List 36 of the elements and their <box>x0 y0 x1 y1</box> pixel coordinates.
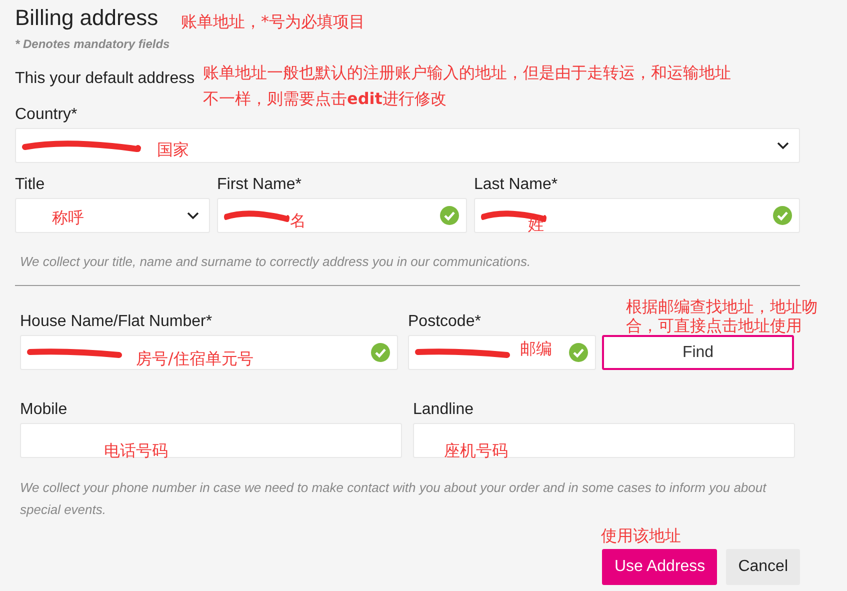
chevron-down-icon <box>187 212 199 220</box>
field-label: Mobile <box>20 400 68 419</box>
annotation-text: 账单地址，*号为必填项目 <box>181 12 366 31</box>
field-label: Postcode* <box>408 312 481 331</box>
annotation-text: 国家 <box>157 140 190 159</box>
field-label: Title <box>15 175 45 194</box>
annotation-text: 称呼 <box>52 208 85 227</box>
input-field[interactable] <box>408 335 596 370</box>
form-title: Billing address <box>15 4 158 32</box>
annotation-text: 邮编 <box>520 339 553 358</box>
annotation-text: 账单地址一般也默认的注册账户输入的地址，但是由于走转运，和运输地址不一样，则需要点击edit进行修改 <box>203 62 732 110</box>
chevron-down-icon <box>777 142 789 150</box>
annotation-text: 姓 <box>528 215 545 234</box>
hint-text: We collect your title, name and surname to correctly address you in our communications. <box>20 253 531 271</box>
annotation-text: 使用该地址 <box>601 526 682 545</box>
cancel-button[interactable]: Cancel <box>726 549 800 585</box>
find-button[interactable]: Find <box>602 335 794 370</box>
input-field[interactable] <box>474 198 800 233</box>
annotation-text: 房号/住宿单元号 <box>136 349 254 368</box>
annotation-text: 名 <box>290 211 307 230</box>
field-label: House Name/Flat Number* <box>20 312 212 331</box>
field-label: Last Name* <box>474 175 558 194</box>
hint-text: We collect your phone number in case we need to make contact with you about your order and in some cases to inform you about special events. <box>20 479 768 519</box>
select-field[interactable] <box>15 128 800 163</box>
field-label: Country* <box>15 105 78 124</box>
default-address-note: This your default address <box>15 69 195 89</box>
field-label: First Name* <box>217 175 302 194</box>
annotation-text: 座机号码 <box>444 441 509 460</box>
input-field[interactable] <box>217 198 467 233</box>
use-address-button[interactable]: Use Address <box>602 549 718 585</box>
input-field[interactable] <box>20 335 398 370</box>
mandatory-note: * Denotes mandatory fields <box>15 37 170 51</box>
select-field[interactable] <box>15 198 210 233</box>
annotation-text: 根据邮编查找地址，地址吻合，可直接点击地址使用 <box>626 297 819 335</box>
field-label: Landline <box>413 400 474 419</box>
annotation-text: 电话号码 <box>104 441 169 460</box>
